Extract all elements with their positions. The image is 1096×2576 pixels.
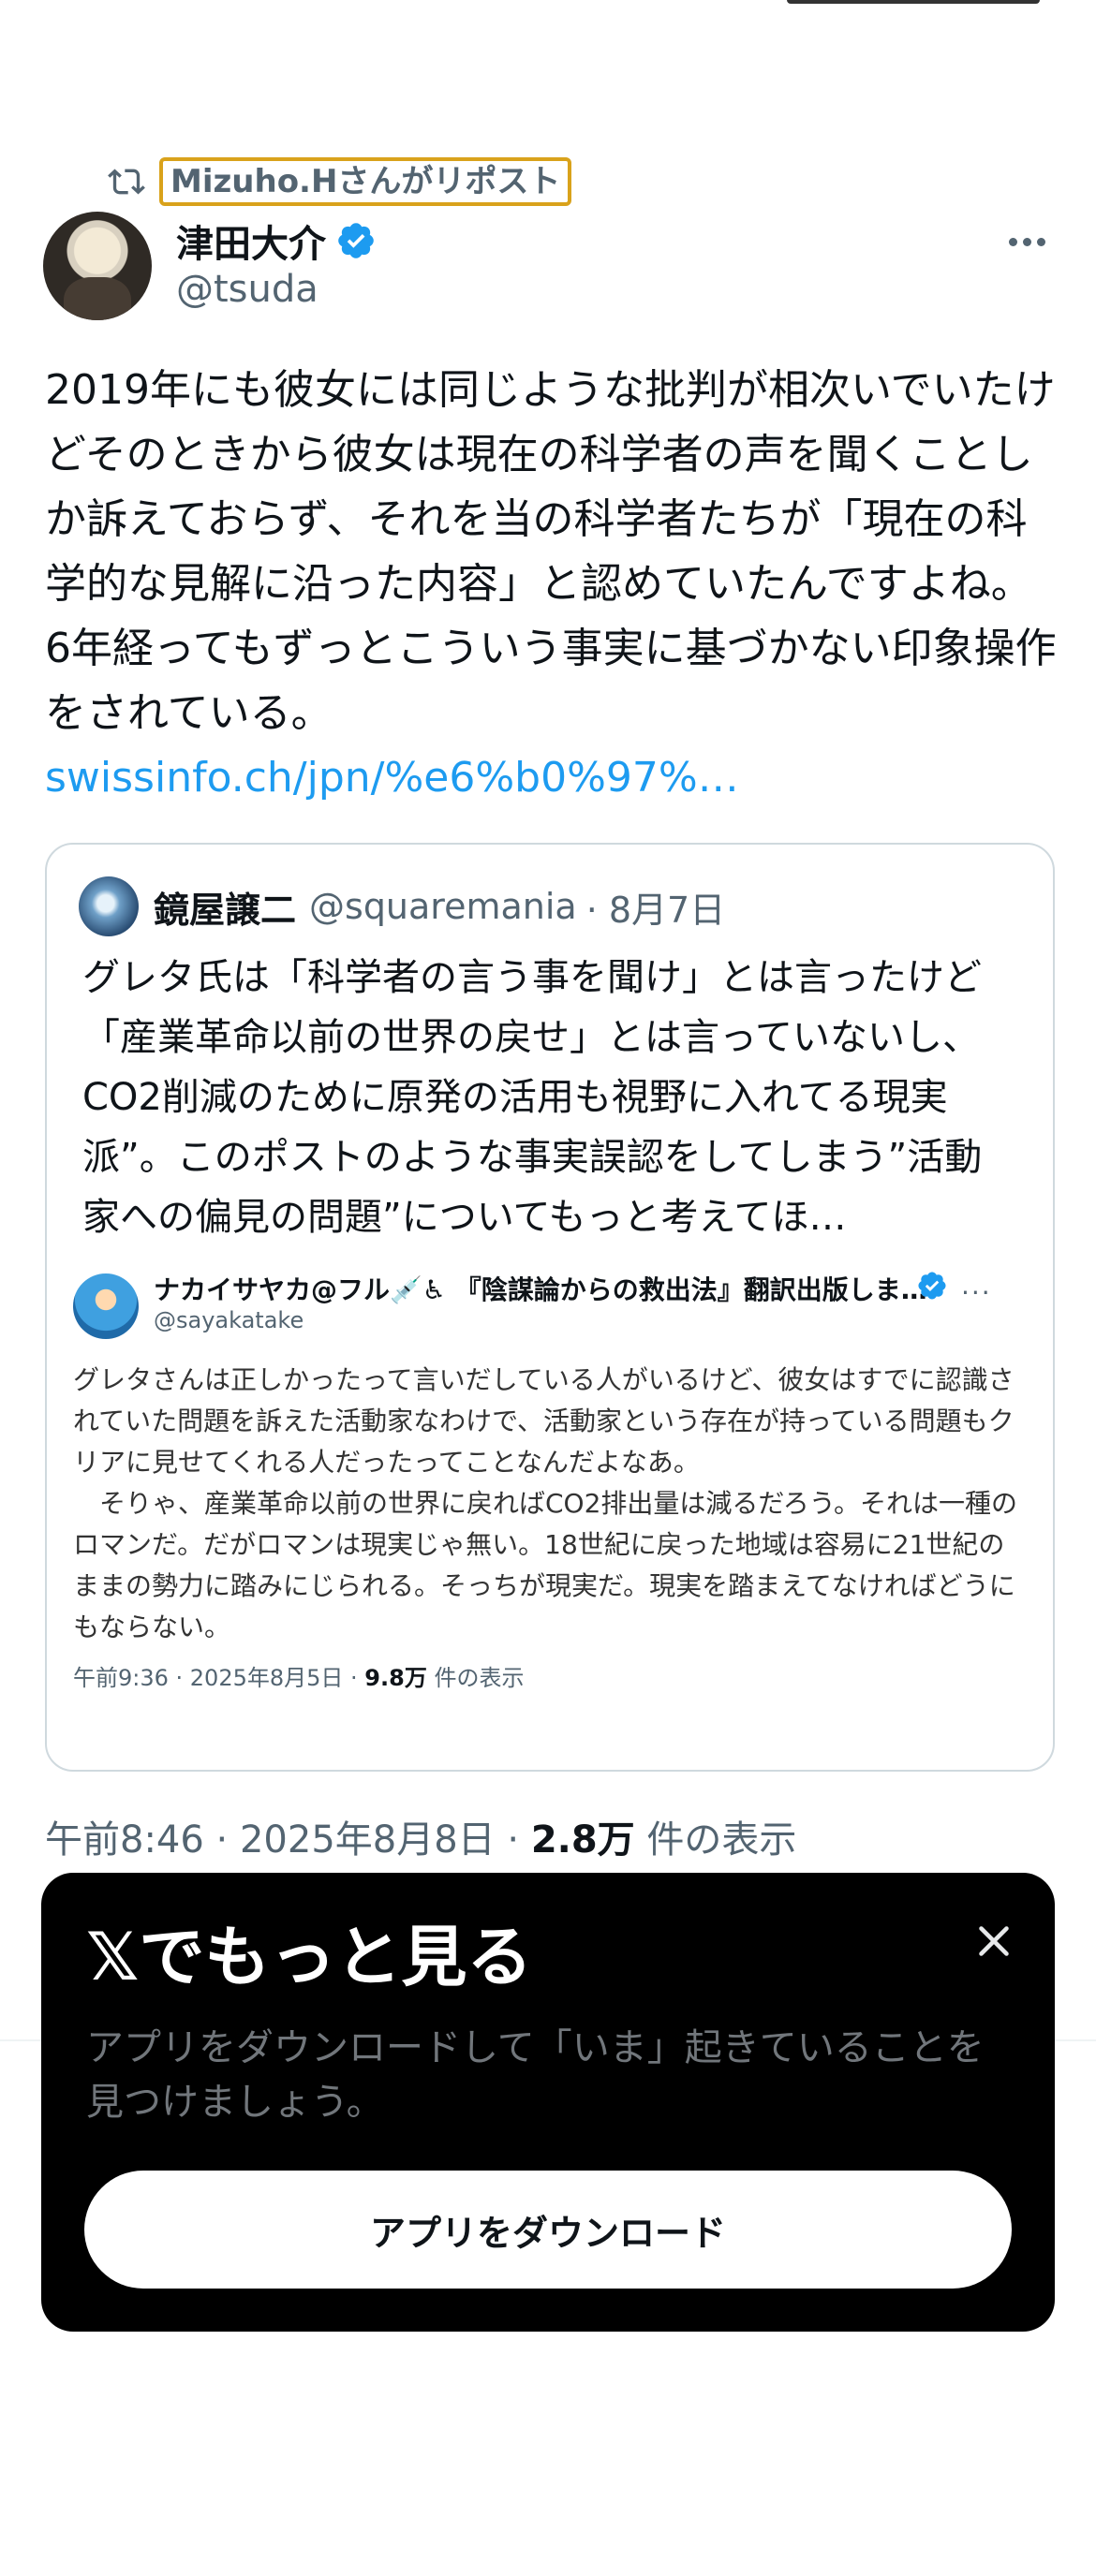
close-icon[interactable] bbox=[969, 1916, 1019, 1966]
quote-date: · 8月7日 bbox=[585, 889, 726, 931]
embedded-view-count: 9.8万 bbox=[364, 1665, 427, 1691]
author-header: 津田大介 @tsuda bbox=[43, 212, 1055, 324]
download-app-button[interactable]: アプリをダウンロード bbox=[84, 2171, 1012, 2289]
embedded-more-icon: ··· bbox=[961, 1277, 992, 1308]
embedded-avatar bbox=[73, 1273, 139, 1339]
embedded-text: グレタさんは正しかったって言いだしている人がいるけど、彼女はすでに認識されていた… bbox=[73, 1364, 1018, 1642]
quote-avatar[interactable] bbox=[79, 876, 139, 936]
quoted-post[interactable]: 鏡屋譲二 @squaremania · 8月7日 グレタ氏は「科学者の言う事を聞… bbox=[45, 843, 1055, 1772]
embedded-verified-badge-icon bbox=[916, 1270, 948, 1302]
sheet-description: アプリをダウンロードして「いま」起きていることを見つけましょう。 bbox=[86, 2026, 985, 2124]
author-display-name[interactable]: 津田大介 bbox=[176, 213, 326, 268]
repost-icon bbox=[105, 163, 148, 200]
repost-label[interactable]: Mizuho.Hさんがリポスト bbox=[159, 157, 572, 206]
tweet-body: 2019年にも彼女には同じような批判が相次いでいたけどそのときから彼女は現在の科… bbox=[45, 358, 1057, 810]
embedded-display-name: ナカイサヤカ@フル💉♿ 『陰謀論からの救出法』翻訳出版しま… bbox=[154, 1274, 927, 1305]
embedded-handle: @sayakatake bbox=[154, 1307, 304, 1333]
more-options-icon[interactable] bbox=[999, 223, 1055, 260]
tweet-link[interactable]: swissinfo.ch/jpn/%e6%b0%97%… bbox=[45, 754, 739, 802]
embedded-views-label: 件の表示 bbox=[426, 1665, 525, 1691]
sheet-title: 𝕏でもっと見る bbox=[86, 1919, 533, 1995]
avatar[interactable] bbox=[43, 212, 152, 320]
app-promo-sheet: 𝕏でもっと見る アプリをダウンロードして「いま」起きていることを見つけましょう。… bbox=[41, 1873, 1055, 2332]
post-view-count: 2.8万 bbox=[530, 1818, 635, 1862]
quote-display-name: 鏡屋譲二 bbox=[154, 889, 297, 931]
verified-badge-icon bbox=[335, 220, 377, 261]
quote-handle: @squaremania bbox=[309, 886, 577, 927]
post-meta: 午前8:46 · 2025年8月8日 · 2.8万 件の表示 bbox=[45, 1809, 796, 1863]
embedded-meta: 午前9:36 · 2025年8月5日 · 9.8万 件の表示 bbox=[73, 1659, 524, 1692]
author-handle[interactable]: @tsuda bbox=[176, 268, 318, 311]
post-views-label: 件の表示 bbox=[634, 1818, 797, 1862]
quote-text: グレタ氏は「科学者の言う事を聞け」とは言ったけど「産業革命以前の世界の戻せ」とは… bbox=[82, 956, 983, 1239]
repost-context: Mizuho.Hさんがリポスト bbox=[105, 155, 572, 208]
post-timestamp[interactable]: 午前8:46 · 2025年8月8日 · bbox=[45, 1818, 531, 1862]
tweet-text: 2019年にも彼女には同じような批判が相次いでいたけどそのときから彼女は現在の科… bbox=[45, 366, 1057, 737]
embedded-timestamp: 午前9:36 · 2025年8月5日 · bbox=[73, 1665, 365, 1691]
status-indicator-bar bbox=[787, 0, 1040, 4]
